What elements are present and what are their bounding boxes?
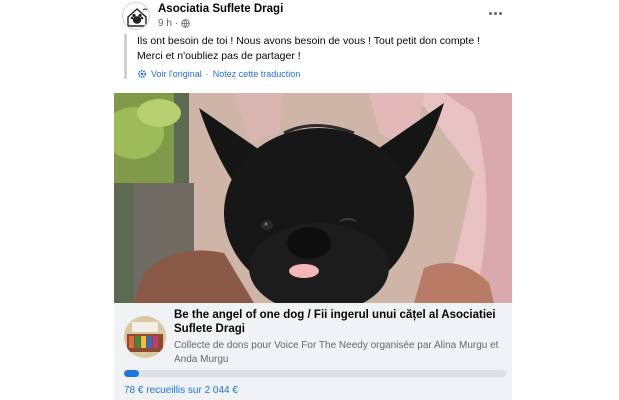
- meta-dot: ·: [174, 18, 179, 29]
- fundraiser-attachment[interactable]: Be the angel of one dog / Fii ingerul un…: [114, 303, 512, 400]
- page-name[interactable]: Asociatia Suflete Dragi: [158, 3, 283, 15]
- see-original-link[interactable]: Voir l'original: [151, 69, 202, 79]
- fundraiser-raised-amount: 78 € recueillis sur 2 044 €: [124, 385, 238, 396]
- dog-photo-image: [114, 93, 512, 303]
- fundraiser-subtitle: Collecte de dons pour Voice For The Need…: [174, 340, 499, 365]
- fundraiser-title[interactable]: Be the angel of one dog / Fii ingerul un…: [174, 308, 504, 336]
- post-photo[interactable]: [114, 93, 512, 303]
- translated-text-block: Ils ont besoin de toi ! Nous avons besoi…: [124, 34, 504, 79]
- globe-icon: [181, 19, 190, 28]
- post-header: Asociatia Suflete Dragi 9 h ·: [122, 2, 512, 32]
- timestamp[interactable]: 9 h: [158, 18, 172, 29]
- translate-gear-icon: [137, 69, 147, 79]
- separator: ·: [205, 69, 209, 79]
- post-meta: 9 h ·: [158, 18, 190, 29]
- more-options-icon[interactable]: [484, 4, 506, 22]
- rate-translation-link[interactable]: Notez cette traduction: [213, 69, 301, 79]
- fundraiser-progress-fill: [124, 370, 139, 377]
- translation-controls: Voir l'original · Notez cette traduction: [137, 69, 504, 79]
- fundraiser-thumbnail[interactable]: [124, 316, 166, 358]
- fundraiser-progress-bar: [124, 370, 506, 377]
- post-card: Asociatia Suflete Dragi 9 h · Ils ont be…: [114, 0, 512, 400]
- post-text: Ils ont besoin de toi ! Nous avons besoi…: [137, 35, 481, 62]
- page-avatar-icon[interactable]: [122, 2, 150, 30]
